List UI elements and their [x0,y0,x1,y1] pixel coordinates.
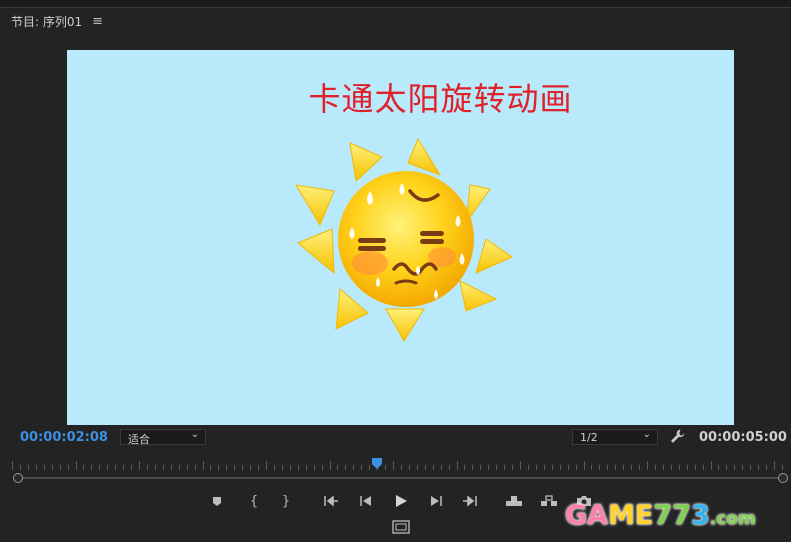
current-timecode[interactable]: 00:00:02:08 [20,430,108,445]
mark-in-button[interactable]: { [243,490,265,512]
zoom-value: 适合 [128,433,150,446]
play-icon [396,495,407,507]
safe-margins-button[interactable] [390,518,412,536]
safe-margins-icon [392,520,410,534]
viewer-info-row: 00:00:02:08 适合 ⌄ 1/2 ⌄ 00:00:05:00 [0,428,791,448]
play-button[interactable] [390,490,412,512]
zoom-dropdown[interactable]: 适合 ⌄ [120,429,206,446]
lift-button[interactable] [503,490,525,512]
sun-cartoon-image [295,137,514,342]
go-to-out-button[interactable] [459,490,481,512]
panel-title[interactable]: 节目: 序列01 [11,13,82,30]
panel-header: 节目: 序列01 ≡ [11,13,103,30]
go-to-in-icon [324,495,338,507]
scrollbar-right-handle[interactable] [778,473,788,483]
resolution-dropdown[interactable]: 1/2 ⌄ [572,429,658,445]
game773-watermark-logo: GA ME 77 3 .com [565,500,756,531]
resolution-value: 1/2 [580,431,598,444]
extract-button[interactable] [538,490,560,512]
program-monitor[interactable]: 卡通太阳旋转动画 [67,50,734,425]
chevron-down-icon: ⌄ [190,429,199,440]
step-forward-button[interactable] [425,490,447,512]
mark-in-icon: { [249,493,259,509]
scrollbar-left-handle[interactable] [13,473,23,483]
time-ruler[interactable] [10,458,784,474]
go-to-in-button[interactable] [320,490,342,512]
marker-icon [213,497,221,506]
extract-icon [541,495,557,506]
viewer-title-text: 卡通太阳旋转动画 [308,80,573,118]
go-to-out-icon [463,495,477,507]
duration-timecode: 00:00:05:00 [699,430,787,445]
mark-out-icon: } [281,493,291,509]
top-strip [0,0,791,8]
step-back-icon [360,496,371,506]
mark-out-button[interactable]: } [275,490,297,512]
step-back-button[interactable] [355,490,377,512]
wrench-icon[interactable] [670,428,686,444]
chevron-down-icon: ⌄ [642,429,651,440]
step-forward-icon [431,496,442,506]
zoom-scrollbar[interactable] [13,473,788,483]
lift-icon [506,496,522,506]
playhead[interactable] [371,458,382,469]
panel-menu-icon[interactable]: ≡ [92,14,103,29]
add-marker-button[interactable] [206,490,228,512]
